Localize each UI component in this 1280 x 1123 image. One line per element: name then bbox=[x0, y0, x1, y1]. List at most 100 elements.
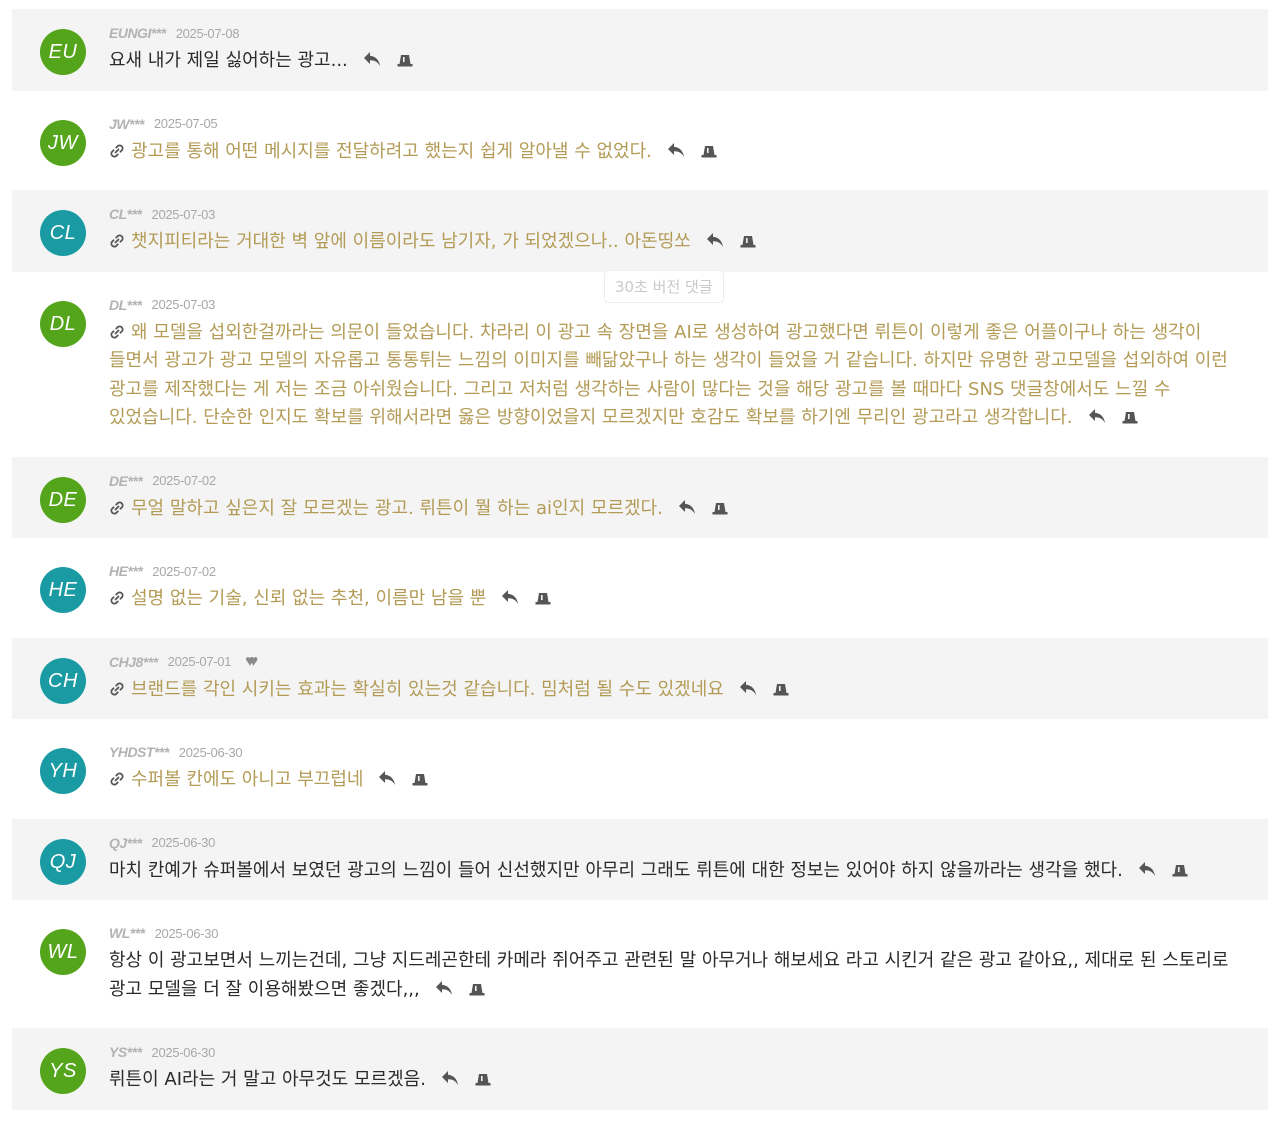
comment-text[interactable]: 브랜드를 각인 시키는 효과는 확실히 있는것 같습니다. 밈처럼 될 수도 있… bbox=[131, 679, 724, 700]
siren-icon[interactable] bbox=[739, 233, 757, 249]
siren-icon[interactable] bbox=[1171, 862, 1189, 878]
reply-icon[interactable] bbox=[705, 231, 725, 249]
comment-item: EU EUNGI*** 2025-07-08 요새 내가 제일 싫어하는 광고... bbox=[12, 9, 1268, 91]
link-icon[interactable] bbox=[109, 587, 125, 605]
comment-body: 브랜드를 각인 시키는 효과는 확실히 있는것 같습니다. 밈처럼 될 수도 있… bbox=[109, 676, 1238, 705]
avatar: YS bbox=[40, 1048, 86, 1094]
reply-icon[interactable] bbox=[738, 679, 758, 697]
comment-body: 무얼 말하고 싶은지 잘 모르겠는 광고. 뤼튼이 뭘 하는 ai인지 모르겠다… bbox=[109, 495, 1238, 524]
comment-meta: WL*** 2025-06-30 bbox=[109, 922, 1238, 944]
comment-item: CH CHJ8*** 2025-07-01 ♥♥ 브랜드를 각인 시키는 효과는 확실히… bbox=[12, 637, 1268, 719]
reply-icon[interactable] bbox=[677, 498, 697, 516]
link-icon[interactable] bbox=[109, 678, 125, 695]
avatar: JW bbox=[40, 119, 86, 166]
comment-text[interactable]: 왜 모델을 섭외한걸까라는 의문이 들었습니다. 차라리 이 광고 속 장면을 … bbox=[109, 322, 1228, 429]
reply-icon[interactable] bbox=[362, 50, 382, 68]
scrolled-off-fragment bbox=[1130, 0, 1220, 4]
avatar: DL bbox=[40, 300, 86, 347]
siren-icon[interactable] bbox=[396, 52, 414, 68]
comment-text: 뤼튼이 AI라는 거 말고 아무것도 모르겠음. bbox=[109, 1069, 426, 1090]
comment-date: 2025-06-30 bbox=[178, 744, 243, 760]
comment-list: EU EUNGI*** 2025-07-08 요새 내가 제일 싫어하는 광고... J… bbox=[12, 9, 1268, 1119]
comment-text: 요새 내가 제일 싫어하는 광고... bbox=[109, 50, 348, 71]
avatar: EU bbox=[40, 29, 86, 75]
reply-icon[interactable] bbox=[500, 588, 520, 606]
comment-text[interactable]: 광고를 통해 어떤 메시지를 전달하려고 했는지 쉽게 알아낼 수 없었다. bbox=[131, 141, 652, 162]
author-name: DL*** bbox=[109, 296, 142, 313]
author-name: YHDST*** bbox=[109, 744, 169, 760]
link-icon[interactable] bbox=[109, 497, 125, 514]
link-icon[interactable] bbox=[109, 321, 125, 338]
reply-icon[interactable] bbox=[1087, 407, 1107, 425]
comment-date: 2025-06-30 bbox=[151, 835, 216, 850]
comment-text[interactable]: 챗지피티라는 거대한 벽 앞에 이름이라도 남기자, 가 되었겠으나.. 아돈띵… bbox=[131, 231, 691, 252]
comment-body: 요새 내가 제일 싫어하는 광고... bbox=[109, 47, 1238, 76]
comment-body: 챗지피티라는 거대한 벽 앞에 이름이라도 남기자, 가 되었겠으나.. 아돈띵… bbox=[109, 228, 1238, 257]
link-icon[interactable] bbox=[109, 768, 125, 786]
comment-date: 2025-06-30 bbox=[151, 1044, 216, 1060]
comment-item: DL DL*** 2025-07-03 왜 모델을 섭외한걸까라는 의문이 들었습니다… bbox=[12, 280, 1268, 448]
comment-date: 2025-07-05 bbox=[153, 116, 218, 131]
reply-icon[interactable] bbox=[434, 979, 454, 997]
siren-icon[interactable] bbox=[474, 1071, 492, 1087]
comment-meta: YHDST*** 2025-06-30 bbox=[109, 741, 1238, 763]
comment-date: 2025-07-03 bbox=[151, 297, 216, 312]
comment-text[interactable]: 무얼 말하고 싶은지 잘 모르겠는 광고. 뤼튼이 뭘 하는 ai인지 모르겠다… bbox=[131, 498, 663, 519]
siren-icon[interactable] bbox=[1121, 409, 1139, 425]
comment-item: YS YS*** 2025-06-30 뤼튼이 AI라는 거 말고 아무것도 모르겠음… bbox=[12, 1028, 1268, 1110]
siren-icon[interactable] bbox=[700, 143, 718, 159]
siren-icon[interactable] bbox=[411, 771, 429, 787]
comment-meta: QJ*** 2025-06-30 bbox=[109, 832, 1238, 854]
author-name: EUNGI*** bbox=[109, 25, 166, 41]
comment-meta: DE*** 2025-07-02 bbox=[109, 470, 1238, 492]
avatar: YH bbox=[40, 748, 86, 794]
reply-icon[interactable] bbox=[1137, 860, 1157, 878]
comment-date: 2025-07-02 bbox=[152, 473, 216, 488]
avatar: WL bbox=[40, 929, 86, 975]
avatar: DE bbox=[40, 476, 86, 523]
comment-item: QJ QJ*** 2025-06-30 마치 칸예가 슈퍼볼에서 보였던 광고의 느낌… bbox=[12, 818, 1268, 900]
comment-body: 광고를 통해 어떤 메시지를 전달하려고 했는지 쉽게 알아낼 수 없었다. bbox=[109, 138, 1238, 167]
comment-body: 왜 모델을 섭외한걸까라는 의문이 들었습니다. 차라리 이 광고 속 장면을 … bbox=[109, 319, 1238, 433]
siren-icon[interactable] bbox=[468, 981, 486, 997]
comment-date: 2025-07-02 bbox=[152, 563, 216, 579]
reply-icon[interactable] bbox=[377, 769, 397, 787]
comment-body: 수퍼볼 칸에도 아니고 부끄럽네 bbox=[109, 766, 1238, 795]
siren-icon[interactable] bbox=[534, 590, 552, 606]
author-name: JW*** bbox=[109, 115, 144, 132]
comment-meta: EUNGI*** 2025-07-08 bbox=[109, 22, 1238, 44]
comment-date: 2025-07-08 bbox=[175, 25, 240, 41]
comment-text: 마치 칸예가 슈퍼볼에서 보였던 광고의 느낌이 들어 신선했지만 아무리 그래… bbox=[109, 859, 1123, 881]
comment-item: CL CL*** 2025-07-03 챗지피티라는 거대한 벽 앞에 이름이라도 남… bbox=[12, 190, 1268, 272]
comment-item: HE HE*** 2025-07-02 설명 없는 기술, 신뢰 없는 추천, 이름만… bbox=[12, 547, 1268, 629]
comment-body: 설명 없는 기술, 신뢰 없는 추천, 이름만 남을 뿐 bbox=[109, 585, 1238, 614]
version-tooltip: 30초 버전 댓글 bbox=[604, 270, 724, 303]
reply-icon[interactable] bbox=[440, 1069, 460, 1087]
author-name: QJ*** bbox=[109, 834, 142, 851]
siren-icon[interactable] bbox=[711, 500, 729, 516]
comment-date: 2025-07-03 bbox=[151, 206, 216, 222]
link-icon[interactable] bbox=[109, 230, 125, 248]
siren-icon[interactable] bbox=[772, 681, 790, 697]
author-name: YS*** bbox=[109, 1044, 142, 1060]
author-name: CL*** bbox=[109, 206, 142, 222]
author-name: WL*** bbox=[109, 925, 145, 941]
reply-icon[interactable] bbox=[666, 141, 686, 159]
comment-meta: CHJ8*** 2025-07-01 ♥♥ bbox=[109, 651, 1238, 673]
comment-body: 뤼튼이 AI라는 거 말고 아무것도 모르겠음. bbox=[109, 1066, 1238, 1095]
comment-item: WL WL*** 2025-06-30 항상 이 광고보면서 느끼는건데, 그냥 지드… bbox=[12, 909, 1268, 1019]
comment-text[interactable]: 설명 없는 기술, 신뢰 없는 추천, 이름만 남을 뿐 bbox=[131, 588, 486, 609]
comment-text[interactable]: 수퍼볼 칸에도 아니고 부끄럽네 bbox=[131, 769, 363, 790]
avatar: CH bbox=[40, 657, 86, 704]
comment-meta: YS*** 2025-06-30 bbox=[109, 1041, 1238, 1063]
author-name: HE*** bbox=[109, 563, 143, 579]
avatar: CL bbox=[40, 210, 86, 256]
comment-item: YH YHDST*** 2025-06-30 수퍼볼 칸에도 아니고 부끄럽네 bbox=[12, 728, 1268, 810]
avatar: HE bbox=[40, 567, 86, 613]
comment-item: DE DE*** 2025-07-02 무얼 말하고 싶은지 잘 모르겠는 광고. 뤼… bbox=[12, 456, 1268, 538]
comment-body: 마치 칸예가 슈퍼볼에서 보였던 광고의 느낌이 들어 신선했지만 아무리 그래… bbox=[109, 857, 1238, 886]
heart-icon: ♥♥ bbox=[245, 652, 258, 670]
link-icon[interactable] bbox=[109, 140, 125, 157]
comment-meta: CL*** 2025-07-03 bbox=[109, 203, 1238, 225]
author-name: CHJ8*** bbox=[109, 653, 158, 670]
